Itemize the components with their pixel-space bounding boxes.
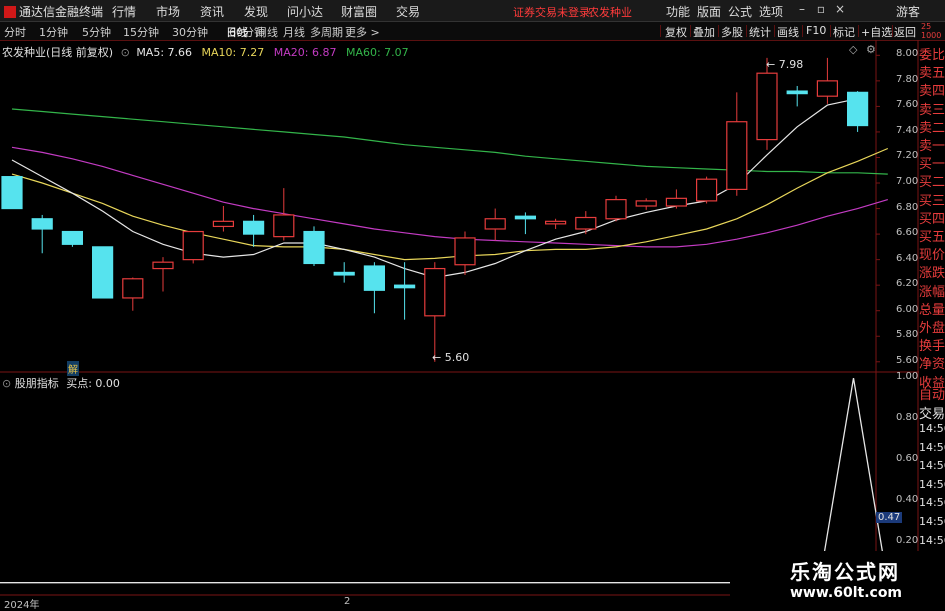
low-price-label: ← 5.60 [432, 351, 470, 364]
price-tick-label: 7.00 [896, 176, 919, 187]
candle-down [786, 90, 808, 95]
price-tick-label: 6.60 [896, 227, 919, 239]
trade-time-item: 14:56 [919, 459, 945, 473]
quote-field-label: 净资 [919, 357, 945, 373]
candle-down [514, 215, 537, 220]
legend-settings-icon[interactable]: ⊙ [121, 46, 130, 59]
candle-down [303, 230, 325, 265]
price-tick-label: 8.00 [896, 48, 919, 60]
high-price-label: ← 7.98 [766, 58, 804, 71]
candle-up [575, 216, 597, 230]
quote-field-label: 外盘 [919, 321, 945, 336]
candle-up [182, 230, 204, 261]
trade-time-item: 14:56 [919, 496, 945, 510]
indicator-tick-label: 0.40 [896, 493, 919, 505]
indicator-tick-label: 0.80 [896, 412, 919, 424]
candle-up [756, 72, 778, 141]
candle-down [243, 220, 265, 235]
candle-up [816, 80, 839, 97]
trade-time-item: 14:56 [919, 422, 945, 435]
candle-up [695, 178, 718, 202]
candle-up [424, 267, 446, 317]
indicator-tick-label: 0.20 [896, 534, 919, 546]
watermark-url: www.60lt.com [790, 585, 903, 601]
candle-up [152, 261, 174, 270]
price-tick-label: 5.60 [896, 354, 919, 366]
trade-label[interactable]: 交易 [919, 403, 945, 422]
price-tick-label: 7.20 [896, 150, 919, 162]
sub-legend-settings-icon[interactable]: ⊙ [2, 377, 11, 390]
crosshair-value-badge: 0.47 [876, 512, 903, 523]
price-tick-label: 7.80 [896, 73, 919, 85]
quote-field-label: 卖二 [919, 120, 945, 136]
quote-field-label: 总量 [919, 302, 945, 318]
quote-field-label: 涨幅 [919, 284, 945, 300]
main-chart-legend: 农发种业(日线 前复权) ⊙ MA5: 7.66 MA10: 7.27 MA20… [2, 44, 409, 60]
watermark: 乐淘公式网 www.60lt.com [730, 551, 945, 609]
price-tick-label: 7.40 [896, 124, 919, 136]
trade-time-item: 14:56 [919, 440, 945, 454]
candle-down [31, 218, 53, 230]
candle-up [544, 220, 567, 225]
high-price-value: 7.98 [778, 58, 804, 71]
quote-field-label: 买五 [919, 230, 945, 245]
price-tick-label: 6.00 [896, 303, 919, 315]
quote-field-label: 委比 [919, 48, 945, 63]
candle-up [605, 199, 627, 220]
settings-gear-icon[interactable]: ⚙ [866, 43, 876, 56]
quote-field-label: 涨跌 [919, 266, 945, 282]
candle-down [363, 265, 385, 291]
candle-up [635, 200, 657, 207]
candle-up [484, 218, 506, 230]
kline-chart-canvas[interactable] [0, 0, 945, 609]
sub-chart-legend: ⊙ 股朋指标 买点: 0.00 [2, 375, 120, 391]
quote-field-label: 买二 [919, 175, 945, 191]
candle-down [846, 91, 869, 127]
quote-field-label: 买一 [919, 157, 945, 173]
indicator-tick-label: 0.60 [896, 452, 919, 464]
candle-down [333, 271, 355, 276]
candle-down [61, 230, 84, 245]
quote-field-label: 换手 [919, 339, 945, 355]
ma5-label: MA5: 7.66 [136, 46, 193, 59]
trade-time-item: 14:56 [919, 515, 945, 528]
price-tick-label: 6.20 [896, 278, 919, 290]
quote-field-label: 买四 [919, 211, 945, 227]
candle-up [273, 214, 295, 238]
quote-field-label: 卖四 [919, 84, 945, 100]
price-tick-label: 6.80 [896, 201, 919, 213]
price-tick-label: 6.40 [896, 252, 919, 264]
candle-up [665, 197, 688, 207]
ma10-label: MA10: 7.27 [201, 46, 265, 59]
candle-down [394, 284, 416, 289]
ma60-label: MA60: 7.07 [345, 46, 409, 59]
quote-field-label: 卖三 [919, 102, 945, 118]
price-tick-label: 5.80 [896, 329, 919, 341]
quote-field-label: 现价 [919, 248, 945, 264]
stock-chart-title: 农发种业(日线 前复权) [2, 46, 114, 59]
candle-up [454, 237, 476, 266]
candle-up [726, 121, 748, 191]
watermark-title: 乐淘公式网 [790, 560, 900, 584]
quote-field-label: 卖五 [919, 66, 945, 82]
diamond-icon[interactable]: ◇ [849, 43, 857, 56]
trade-time-item: 14:56 [919, 533, 945, 547]
candle-up [122, 278, 144, 299]
x-axis-label-month: 2 [344, 596, 351, 607]
candle-up [212, 220, 234, 228]
auto-label[interactable]: 自动 [919, 384, 945, 403]
low-price-value: 5.60 [444, 351, 470, 364]
indicator-value: 买点: 0.00 [66, 377, 120, 390]
quote-field-label: 卖一 [919, 139, 945, 154]
candle-down [1, 176, 23, 210]
candle-down [91, 246, 114, 299]
price-tick-label: 7.60 [896, 99, 919, 111]
indicator-name: 股朋指标 [14, 377, 59, 390]
trade-time-item: 14:56 [919, 477, 945, 491]
ma20-line [11, 146, 888, 248]
ma20-label: MA20: 6.87 [273, 46, 337, 59]
quote-field-label: 买三 [919, 193, 945, 209]
event-marker[interactable]: 解 [67, 361, 79, 376]
indicator-tick-label: 1.00 [896, 371, 919, 383]
